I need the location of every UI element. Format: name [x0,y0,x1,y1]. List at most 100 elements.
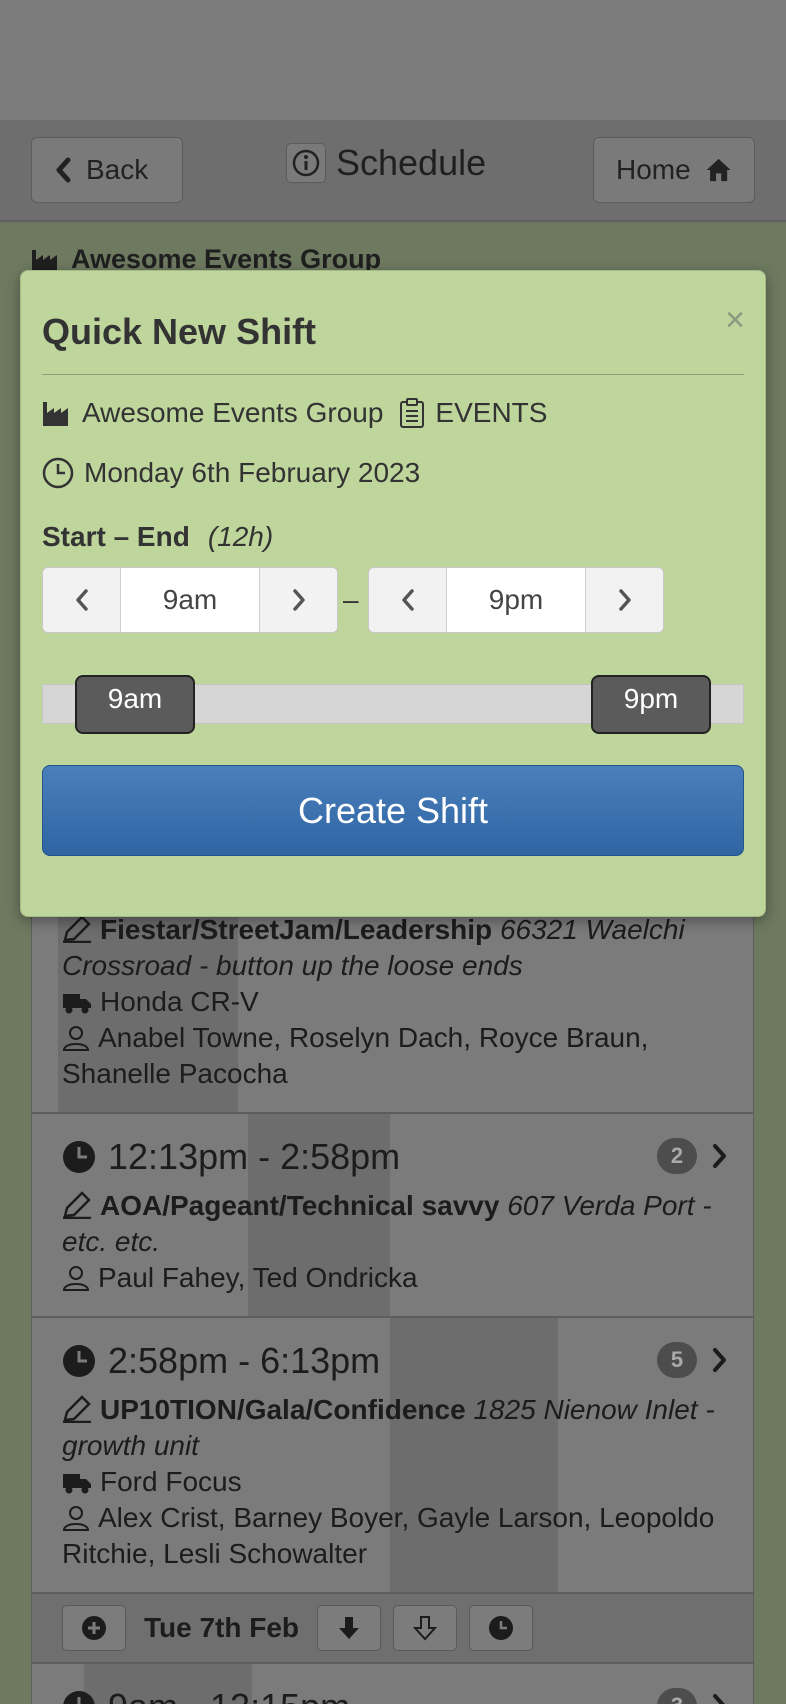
shift-event: UP10TION/Gala/Confidence [100,1394,466,1425]
end-time-picker: 9pm [368,567,664,633]
day-toolbar: Tue 7th Feb [32,1594,753,1664]
start-time-picker: 9am [42,567,338,633]
clipboard-icon [400,398,425,428]
modal-divider [42,374,744,375]
slider-end-handle[interactable]: 9pm [591,675,711,734]
start-end-text: Start – End [42,521,190,552]
shift-count-badge: 3 [657,1688,697,1704]
status-bar-area [0,0,786,120]
quick-new-shift-modal: Quick New Shift × Awesome Events Group E… [20,270,766,917]
arrow-down-outline-icon [413,1616,438,1641]
truck-icon [63,1474,91,1494]
page-title: Schedule [286,142,486,184]
create-shift-button[interactable]: Create Shift [42,765,744,856]
pencil-icon [63,1395,91,1423]
start-time-decrement-button[interactable] [43,568,121,632]
shift-vehicle: Ford Focus [100,1466,242,1497]
modal-date: Monday 6th February 2023 [84,457,421,488]
chevron-right-icon[interactable] [711,1143,729,1169]
shift-vehicle-line: Honda CR-V [62,984,725,1020]
chevron-right-icon [292,589,305,611]
start-time-value[interactable]: 9am [121,568,259,632]
end-time-decrement-button[interactable] [369,568,447,632]
home-button-label: Home [616,154,691,185]
top-navbar: Back Schedule Home [0,120,786,222]
user-icon [62,1506,90,1531]
shift-actions: 5 [657,1342,729,1378]
shift-item[interactable]: 12:13pm - 2:58pm 2 AOA/Pageant/Technical… [32,1114,753,1318]
factory-icon [43,402,68,426]
shift-count-badge: 2 [657,1138,697,1174]
clock-icon [63,1141,95,1173]
time-separator: – [343,584,359,615]
add-shift-button[interactable] [62,1605,126,1651]
chevron-left-icon [401,589,414,611]
shift-event-line: UP10TION/Gala/Confidence 1825 Nienow Inl… [62,1392,725,1464]
shift-time-row: 2:58pm - 6:13pm [62,1336,725,1386]
chevron-right-icon[interactable] [711,1693,729,1704]
shift-people-line: Anabel Towne, Roselyn Dach, Royce Braun,… [62,1020,725,1092]
back-button-label: Back [86,154,149,185]
plus-circle-icon [82,1616,106,1640]
modal-title: Quick New Shift [42,311,317,352]
shift-people: Paul Fahey, Ted Ondricka [98,1262,418,1293]
jump-down-button[interactable] [317,1605,382,1651]
pencil-icon [63,915,91,943]
shift-people-line: Alex Crist, Barney Boyer, Gayle Larson, … [62,1500,725,1572]
quick-shift-button[interactable] [469,1605,534,1651]
shift-item[interactable]: Fiestar/StreetJam/Leadership 66321 Waelc… [32,892,753,1114]
chevron-right-icon [618,589,631,611]
chevron-right-icon[interactable] [711,1347,729,1373]
clock-icon [63,1345,95,1377]
slider-start-handle[interactable]: 9am [75,675,195,734]
shift-people: Alex Crist, Barney Boyer, Gayle Larson, … [62,1502,715,1569]
shift-vehicle-line: Ford Focus [62,1464,725,1500]
scroll-down-button[interactable] [393,1605,458,1651]
user-icon [62,1026,90,1051]
home-icon [706,158,731,182]
shift-event: Fiestar/StreetJam/Leadership [100,914,493,945]
day-label: Tue 7th Feb [144,1612,300,1643]
close-button[interactable]: × [725,301,745,340]
back-button[interactable]: Back [31,137,183,203]
start-time-increment-button[interactable] [259,568,337,632]
shift-event-line: AOA/Pageant/Technical savvy 607 Verda Po… [62,1188,725,1260]
end-time-increment-button[interactable] [585,568,663,632]
info-icon[interactable] [286,143,326,183]
chevron-left-icon [56,157,71,183]
shift-vehicle: Honda CR-V [100,986,259,1017]
shift-time: 9am - 12:15pm [108,1689,350,1704]
end-time-value[interactable]: 9pm [447,568,585,632]
factory-icon [32,249,57,272]
shift-item[interactable]: 9am - 12:15pm 3 [32,1664,753,1704]
shift-time-row: 12:13pm - 2:58pm [62,1132,725,1182]
modal-org-name: Awesome Events Group [82,397,384,428]
shift-people: Anabel Towne, Roselyn Dach, Royce Braun,… [62,1022,649,1089]
shift-actions: 2 [657,1138,729,1174]
shift-count-badge: 5 [657,1342,697,1378]
shift-event: AOA/Pageant/Technical savvy [100,1190,500,1221]
modal-department: EVENTS [435,397,548,428]
shift-event-line: Fiestar/StreetJam/Leadership 66321 Waelc… [62,912,725,984]
shift-item[interactable]: 2:58pm - 6:13pm 5 UP10TION/Gala/Confiden… [32,1318,753,1594]
modal-org-row: Awesome Events Group EVENTS [42,397,547,429]
shift-time-row: 9am - 12:15pm [62,1682,725,1704]
pencil-icon [63,1191,91,1219]
arrow-down-icon [339,1617,360,1639]
shift-list: Fiestar/StreetJam/Leadership 66321 Waelc… [31,892,754,1704]
shift-people-line: Paul Fahey, Ted Ondricka [62,1260,725,1296]
clock-outline-icon [42,457,74,489]
clock-icon [489,1616,514,1640]
clock-icon [63,1691,95,1704]
shift-time: 12:13pm - 2:58pm [108,1136,401,1177]
shift-actions: 3 [657,1688,729,1704]
time-format-label: (12h) [207,521,274,552]
truck-icon [63,994,91,1014]
chevron-left-icon [75,589,88,611]
user-icon [62,1266,90,1291]
shift-time: 2:58pm - 6:13pm [108,1340,381,1381]
home-button[interactable]: Home [593,137,755,203]
page-title-text: Schedule [336,142,487,183]
modal-date-row: Monday 6th February 2023 [42,457,420,489]
start-end-label: Start – End (12h) [42,521,273,553]
